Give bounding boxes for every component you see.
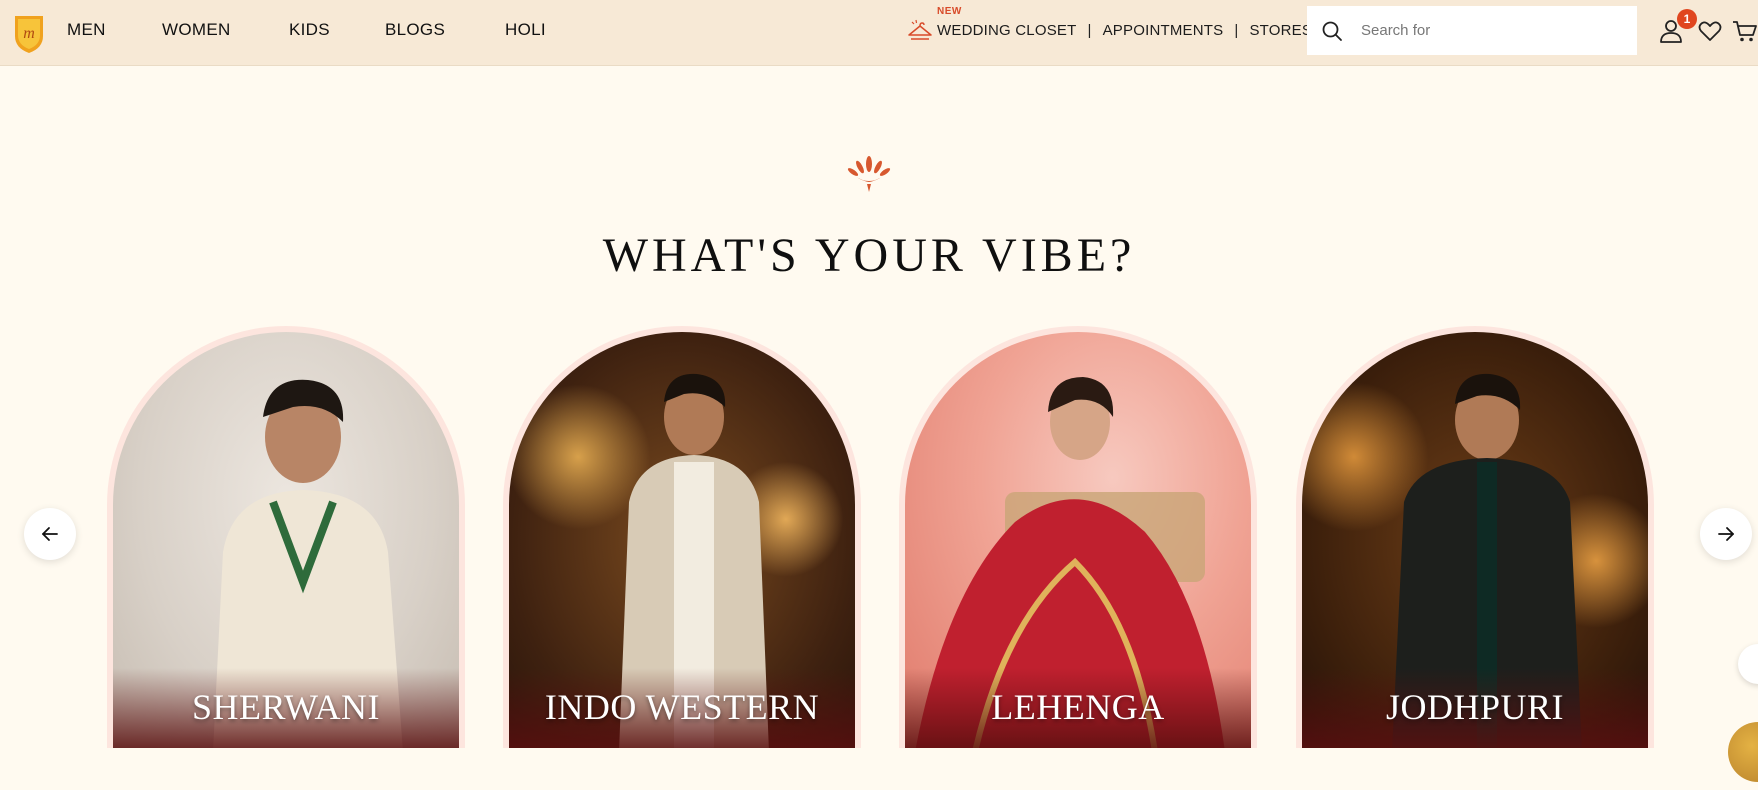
cart-count-badge: 1 xyxy=(1677,9,1697,29)
section-title: WHAT'S YOUR VIBE? xyxy=(602,229,1136,282)
vibe-card-indo-western[interactable]: INDO WESTERN xyxy=(503,326,861,748)
nav-men[interactable]: MEN xyxy=(67,0,106,60)
stores-link[interactable]: STORES xyxy=(1249,22,1312,39)
nav-blogs[interactable]: BLOGS xyxy=(385,0,445,60)
svg-text:m: m xyxy=(23,25,35,42)
card-label: INDO WESTERN xyxy=(544,687,820,727)
chat-avatar[interactable] xyxy=(1728,722,1758,782)
hanger-icon xyxy=(908,19,932,40)
wedding-closet-label: WEDDING CLOSET xyxy=(937,21,1077,39)
card-image: JODHPURI xyxy=(1302,332,1648,748)
separator: | xyxy=(1234,21,1239,39)
card-label: SHERWANI xyxy=(191,687,380,727)
vibe-card-sherwani[interactable]: SHERWANI xyxy=(107,326,465,748)
site-header: m MEN WOMEN KIDS BLOGS HOLI NEW WEDDING … xyxy=(0,0,1758,66)
card-image: INDO WESTERN xyxy=(509,332,855,748)
arrow-right-icon xyxy=(1718,527,1734,541)
lotus-motif-icon xyxy=(847,156,891,192)
carousel-prev-button[interactable] xyxy=(24,508,76,560)
search-input[interactable] xyxy=(1361,22,1611,39)
nav-women[interactable]: WOMEN xyxy=(162,0,231,60)
utility-links: NEW WEDDING CLOSET | APPOINTMENTS | STOR… xyxy=(907,0,1312,60)
new-badge: NEW xyxy=(937,6,962,17)
scroll-top-button[interactable] xyxy=(1738,644,1758,684)
vibe-card-lehenga[interactable]: LEHENGA xyxy=(899,326,1257,748)
cart-icon[interactable] xyxy=(1732,18,1758,44)
wedding-closet-link[interactable]: NEW WEDDING CLOSET xyxy=(907,6,1077,41)
separator: | xyxy=(1087,21,1092,39)
carousel-next-button[interactable] xyxy=(1700,508,1752,560)
brand-logo[interactable]: m xyxy=(12,12,46,54)
appointments-link[interactable]: APPOINTMENTS xyxy=(1103,22,1224,39)
card-label: JODHPURI xyxy=(1385,687,1565,727)
nav-holi[interactable]: HOLI xyxy=(505,0,546,60)
search-icon[interactable] xyxy=(1321,20,1343,42)
nav-kids[interactable]: KIDS xyxy=(289,0,330,60)
vibe-card-jodhpuri[interactable]: JODHPURI xyxy=(1296,326,1654,748)
card-label: LEHENGA xyxy=(991,687,1165,727)
heart-icon[interactable] xyxy=(1697,18,1723,44)
card-image: LEHENGA xyxy=(905,332,1251,748)
card-image: SHERWANI xyxy=(113,332,459,748)
arrow-left-icon xyxy=(42,527,58,541)
search-bar[interactable] xyxy=(1307,6,1637,55)
